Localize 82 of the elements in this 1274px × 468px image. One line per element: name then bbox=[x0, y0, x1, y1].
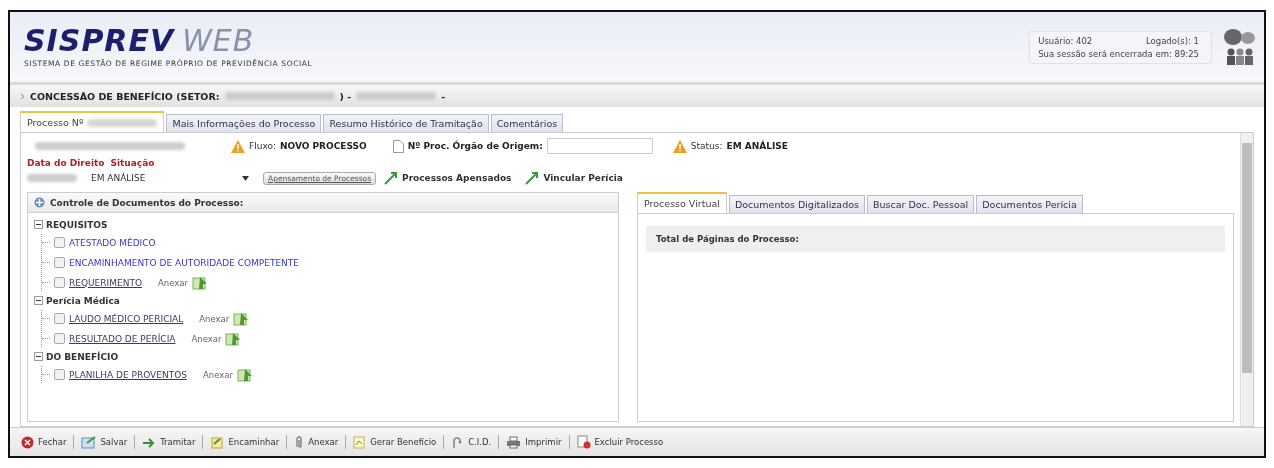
status-label: Status: bbox=[690, 141, 723, 151]
logo-text: SISPREV bbox=[24, 26, 175, 56]
attached-processes-link[interactable]: Processos Apensados bbox=[402, 173, 512, 183]
attach-link[interactable]: Anexar bbox=[202, 369, 233, 380]
pages-label: Total de Páginas do Processo: bbox=[646, 226, 1225, 252]
document-link[interactable]: PLANILHA DE PROVENTOS bbox=[69, 369, 187, 380]
document-icon bbox=[392, 139, 404, 153]
warning-icon bbox=[231, 139, 245, 153]
logged-label: Logado(s): 1 bbox=[1145, 35, 1199, 46]
collapse-icon[interactable] bbox=[34, 296, 43, 305]
save-icon bbox=[81, 435, 97, 449]
tree-icon bbox=[34, 197, 45, 208]
warning-icon bbox=[672, 139, 687, 153]
toolbar-button[interactable]: Excluir Processo bbox=[571, 433, 669, 451]
document-link[interactable]: RESULTADO DE PERÍCIA bbox=[69, 333, 176, 344]
session-timer: Sua sessão será encerrada em: 89:25 bbox=[1038, 48, 1199, 59]
checkbox[interactable] bbox=[54, 237, 65, 248]
tree-group[interactable]: DO BENEFÍCIO bbox=[46, 351, 119, 362]
link-expertise-link[interactable]: Vincular Perícia bbox=[543, 173, 623, 183]
toolbar-button[interactable]: Gerar Benefício bbox=[348, 433, 442, 451]
redacted-text bbox=[27, 174, 77, 182]
section-separator: - bbox=[441, 90, 446, 102]
redacted-text bbox=[87, 118, 158, 127]
tab[interactable]: Processo Virtual bbox=[637, 192, 727, 213]
toolbar-button[interactable]: C.I.D. bbox=[446, 433, 497, 451]
tab[interactable]: Processo Nº bbox=[20, 111, 165, 132]
checkbox[interactable] bbox=[54, 333, 65, 344]
tree-group[interactable]: REQUISITOS bbox=[46, 219, 108, 230]
attach-icon[interactable] bbox=[233, 311, 250, 326]
document-link[interactable]: LAUDO MÉDICO PERICIAL bbox=[69, 313, 184, 324]
arrow-icon bbox=[142, 435, 157, 449]
document-link[interactable]: REQUERIMENTO bbox=[69, 277, 142, 288]
link-icon bbox=[525, 171, 540, 185]
attach-icon[interactable] bbox=[225, 331, 242, 346]
date-label: Data do Direito bbox=[27, 158, 105, 168]
tab[interactable]: Mais Informações do Processo bbox=[166, 114, 322, 132]
document-link[interactable]: ATESTADO MÉDICO bbox=[69, 237, 156, 248]
checkbox[interactable] bbox=[54, 277, 65, 288]
attach-icon[interactable] bbox=[192, 275, 208, 290]
toolbar-button[interactable]: Encaminhar bbox=[205, 433, 285, 451]
section-separator: ) - bbox=[339, 90, 352, 102]
document-icon bbox=[353, 435, 367, 449]
flow-label: Fluxo: bbox=[249, 141, 276, 151]
panel-title: Controle de Documentos do Processo: bbox=[50, 197, 244, 208]
tab[interactable]: Resumo Histórico de Tramitação bbox=[323, 114, 489, 132]
logo-suffix: WEB bbox=[182, 26, 255, 56]
document-link[interactable]: ENCAMINHAMENTO DE AUTORIDADE COMPETENTE bbox=[69, 257, 300, 268]
checkbox[interactable] bbox=[54, 369, 65, 380]
toolbar-button[interactable]: Salvar bbox=[76, 433, 133, 451]
situation-label: Situação bbox=[110, 158, 155, 168]
toolbar-button[interactable]: Anexar bbox=[289, 433, 344, 451]
tab[interactable]: Documentos Perícia bbox=[976, 195, 1083, 213]
flow-value: NOVO PROCESSO bbox=[280, 141, 367, 151]
collapse-icon[interactable] bbox=[34, 352, 43, 361]
close-icon bbox=[21, 435, 34, 449]
attach-icon[interactable] bbox=[236, 367, 253, 382]
tab[interactable]: Buscar Doc. Pessoal bbox=[867, 195, 975, 213]
tab[interactable]: Documentos Digitalizados bbox=[728, 195, 865, 213]
scrollbar[interactable] bbox=[1240, 133, 1253, 426]
section-title: CONCESSÃO DE BENEFÍCIO (SETOR: bbox=[30, 90, 220, 102]
origin-field[interactable] bbox=[546, 138, 653, 154]
collapse-icon[interactable] bbox=[34, 220, 43, 229]
toolbar-button[interactable]: Tramitar bbox=[137, 433, 201, 451]
tab[interactable]: Comentários bbox=[490, 114, 564, 132]
attach-link[interactable]: Anexar bbox=[199, 313, 230, 324]
dropdown-arrow-icon bbox=[242, 175, 249, 181]
toolbar-button[interactable]: Fechar bbox=[16, 433, 72, 451]
checkbox[interactable] bbox=[54, 257, 65, 268]
attach-link[interactable]: Anexar bbox=[191, 333, 222, 344]
origin-label: Nº Proc. Órgão de Origem: bbox=[407, 141, 543, 151]
tree-group[interactable]: Perícia Médica bbox=[46, 295, 120, 306]
checkbox[interactable] bbox=[54, 313, 65, 324]
users-icon bbox=[1222, 28, 1256, 66]
status-value: EM ANÁLISE bbox=[726, 141, 788, 151]
printer-icon bbox=[506, 435, 522, 449]
toolbar-button[interactable]: Imprimir bbox=[501, 433, 567, 451]
paperclip-icon bbox=[294, 435, 305, 449]
delete-icon bbox=[576, 435, 591, 449]
link-icon bbox=[384, 171, 399, 185]
chevron-icon bbox=[20, 92, 25, 100]
attach-link[interactable]: Anexar bbox=[158, 277, 188, 288]
user-label: Usuário: 402 bbox=[1038, 35, 1094, 46]
